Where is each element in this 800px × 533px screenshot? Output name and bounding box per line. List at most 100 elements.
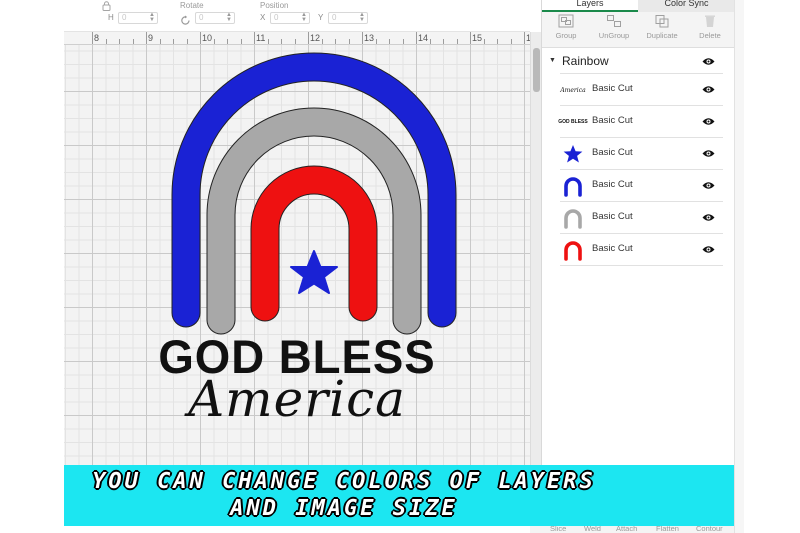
star-shape bbox=[290, 250, 338, 294]
lock-icon[interactable] bbox=[102, 1, 111, 13]
layer-row[interactable]: Basic Cut bbox=[560, 233, 723, 265]
layer-thumbnail bbox=[562, 239, 584, 261]
rotate-icon[interactable] bbox=[180, 13, 191, 31]
ruler-number: 12 bbox=[310, 33, 321, 43]
duplicate-label: Duplicate bbox=[646, 31, 678, 40]
layer-row[interactable]: GOD BLESS Basic Cut bbox=[558, 105, 723, 137]
ruler-minor-tick bbox=[321, 39, 323, 44]
stepper-icon[interactable]: ▲ ▼ bbox=[359, 12, 365, 23]
layer-thumbnail: GOD BLESS bbox=[558, 111, 587, 133]
rainbow-design[interactable]: GOD BLESS America bbox=[64, 45, 530, 465]
layer-thumbnail bbox=[562, 207, 584, 229]
ruler-major-tick bbox=[362, 32, 363, 44]
top-toolbar: H 0 ▲ ▼ Rotate 0 ▲ ▼ Position X 0 ▲ ▼ Y 0 ▲… bbox=[64, 0, 530, 32]
layer-label: Basic Cut bbox=[592, 115, 633, 126]
ruler-number: 15 bbox=[472, 33, 483, 43]
rotate-label: Rotate bbox=[180, 1, 204, 10]
position-label: Position bbox=[260, 1, 289, 10]
banner-line-2: AND IMAGE SIZE bbox=[230, 496, 458, 521]
ruler-minor-tick bbox=[240, 39, 242, 44]
layer-list-bottom-line bbox=[560, 265, 723, 266]
ruler-number: 13 bbox=[364, 33, 375, 43]
height-input[interactable]: 0 ▲ ▼ bbox=[118, 12, 158, 24]
panel-tabs: Layers Color Sync bbox=[542, 0, 735, 12]
layer-thumbnail: America bbox=[560, 79, 586, 101]
ruler-minor-tick bbox=[119, 39, 120, 44]
canvas-scrollbar[interactable] bbox=[530, 32, 541, 465]
ruler-minor-tick bbox=[267, 39, 269, 44]
layer-thumb-text: America bbox=[560, 86, 586, 94]
canvas-scroll-thumb[interactable] bbox=[533, 48, 540, 92]
tab-color-sync[interactable]: Color Sync bbox=[638, 0, 735, 12]
layer-thumb-text: GOD BLESS bbox=[558, 119, 588, 125]
ruler-minor-tick bbox=[281, 39, 282, 44]
eye-icon[interactable] bbox=[702, 85, 715, 94]
eye-icon[interactable] bbox=[702, 117, 715, 126]
x-letter: X bbox=[260, 13, 266, 22]
y-letter: Y bbox=[318, 13, 324, 22]
ruler-minor-tick bbox=[443, 39, 444, 44]
layer-row[interactable]: Basic Cut bbox=[560, 201, 723, 233]
ruler-minor-tick bbox=[483, 39, 485, 44]
delete-label: Delete bbox=[699, 31, 721, 40]
x-position-input[interactable]: 0 ▲ ▼ bbox=[270, 12, 310, 24]
ungroup-label: UnGroup bbox=[598, 31, 630, 40]
ruler-minor-tick bbox=[132, 39, 134, 44]
y-position-input[interactable]: 0 ▲ ▼ bbox=[328, 12, 368, 24]
ruler-major-tick bbox=[92, 32, 93, 44]
layer-row[interactable]: Basic Cut bbox=[560, 137, 723, 169]
ruler-minor-tick bbox=[402, 39, 404, 44]
ruler-number: 11 bbox=[256, 33, 266, 43]
ruler-minor-tick bbox=[294, 39, 296, 44]
layers-panel: Layers Color Sync Group UnGroup Duplicat… bbox=[541, 0, 735, 533]
layer-row[interactable]: Basic Cut bbox=[560, 169, 723, 201]
trash-icon bbox=[705, 15, 715, 27]
arch-icon bbox=[564, 209, 582, 229]
layer-label: Basic Cut bbox=[592, 147, 633, 158]
panel-scrollbar[interactable] bbox=[734, 0, 744, 533]
group-label: Group bbox=[555, 31, 577, 40]
ruler-minor-tick bbox=[227, 39, 228, 44]
layer-thumbnail bbox=[562, 175, 584, 197]
eye-icon[interactable] bbox=[702, 245, 715, 254]
layer-label: Basic Cut bbox=[592, 83, 633, 94]
tab-layers[interactable]: Layers bbox=[542, 0, 638, 12]
eye-icon[interactable] bbox=[702, 149, 715, 158]
ruler-major-tick bbox=[524, 32, 525, 44]
delete-button[interactable]: Delete bbox=[686, 14, 734, 40]
ruler-major-tick bbox=[254, 32, 255, 44]
ruler-major-tick bbox=[308, 32, 309, 44]
horizontal-ruler: 8910111213141516 bbox=[64, 32, 530, 45]
arch-icon bbox=[564, 177, 582, 197]
ruler-minor-tick bbox=[497, 39, 498, 44]
layer-row[interactable]: America Basic Cut bbox=[560, 73, 723, 105]
x-value: 0 bbox=[274, 13, 279, 22]
stepper-icon[interactable]: ▲ ▼ bbox=[149, 12, 155, 23]
stepper-icon[interactable]: ▲ ▼ bbox=[226, 12, 232, 23]
ruler-minor-tick bbox=[429, 39, 431, 44]
eye-icon[interactable] bbox=[702, 181, 715, 190]
ungroup-icon bbox=[607, 15, 621, 27]
y-value: 0 bbox=[332, 13, 337, 22]
duplicate-icon bbox=[655, 15, 669, 28]
ruler-major-tick bbox=[200, 32, 201, 44]
ungroup-button[interactable]: UnGroup bbox=[590, 14, 638, 40]
ruler-major-tick bbox=[146, 32, 147, 44]
stepper-icon[interactable]: ▲ ▼ bbox=[301, 12, 307, 23]
eye-icon[interactable] bbox=[702, 213, 715, 222]
promo-banner: YOU CAN CHANGE COLORS OF LAYERS AND IMAG… bbox=[64, 465, 734, 526]
ruler-number: 14 bbox=[418, 33, 429, 43]
layer-group-rainbow[interactable]: ▼ Rainbow bbox=[542, 50, 735, 72]
ruler-minor-tick bbox=[510, 39, 512, 44]
caret-down-icon[interactable]: ▼ bbox=[549, 57, 556, 64]
eye-icon[interactable] bbox=[702, 57, 715, 66]
rotate-value: 0 bbox=[199, 13, 204, 22]
height-value: 0 bbox=[122, 13, 127, 22]
duplicate-button[interactable]: Duplicate bbox=[638, 14, 686, 40]
ruler-minor-tick bbox=[456, 39, 458, 44]
rotate-input[interactable]: 0 ▲ ▼ bbox=[195, 12, 235, 24]
ruler-minor-tick bbox=[389, 39, 390, 44]
group-name: Rainbow bbox=[562, 54, 609, 68]
group-button[interactable]: Group bbox=[542, 14, 590, 40]
ruler-number: 9 bbox=[148, 33, 154, 43]
